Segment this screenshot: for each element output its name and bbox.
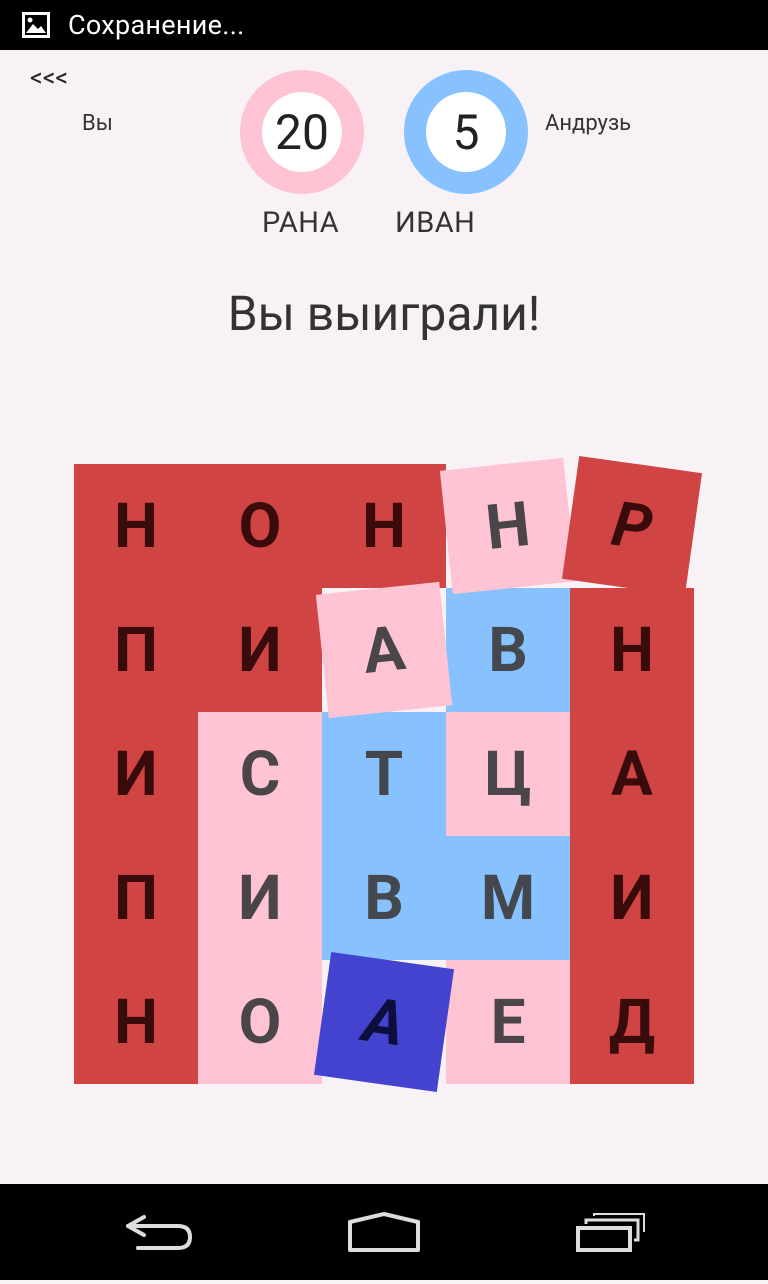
navigation-bar [0, 1184, 768, 1280]
player1-score: 20 [275, 103, 329, 161]
nav-recent-apps-button[interactable] [530, 1184, 690, 1280]
board-tile[interactable]: Д [570, 960, 694, 1084]
back-button[interactable]: <<< [30, 64, 68, 93]
nav-home-button[interactable] [304, 1184, 464, 1280]
board-tile[interactable]: Т [322, 712, 446, 836]
nav-back-button[interactable] [80, 1184, 240, 1280]
board-tile[interactable]: Н [439, 457, 577, 595]
board-tile[interactable]: В [446, 588, 570, 712]
board-tile[interactable]: В [322, 836, 446, 960]
board-tile[interactable]: И [570, 836, 694, 960]
player2-score: 5 [452, 103, 480, 161]
player1-score-ring: 20 [240, 70, 364, 194]
board-tile[interactable]: Н [570, 588, 694, 712]
board-tile[interactable]: А [570, 712, 694, 836]
board-tile[interactable]: О [198, 960, 322, 1084]
opponent-label: Андрузь [545, 111, 632, 136]
you-label: Вы [82, 111, 113, 136]
back-icon [126, 1215, 193, 1250]
board-tile[interactable]: О [198, 464, 322, 588]
status-bar: Сохранение... [0, 0, 768, 50]
player1-name: РАНА [262, 206, 340, 240]
status-text: Сохранение... [68, 9, 245, 41]
result-message: Вы выиграли! [227, 285, 541, 342]
board-tile[interactable]: П [74, 588, 198, 712]
board-tile[interactable]: Ц [446, 712, 570, 836]
board-tile[interactable]: Е [446, 960, 570, 1084]
player2-name: ИВАН [395, 206, 476, 240]
board-tile[interactable]: С [198, 712, 322, 836]
image-icon [22, 12, 50, 38]
recent-apps-icon [576, 1213, 645, 1252]
home-icon [348, 1212, 420, 1252]
board-tile[interactable]: Н [74, 960, 198, 1084]
board-tile[interactable]: И [198, 588, 322, 712]
board-tile[interactable]: Н [74, 464, 198, 588]
board-tile[interactable]: А [315, 581, 453, 719]
board-tile[interactable]: И [74, 712, 198, 836]
board-tile[interactable]: А [313, 951, 455, 1093]
game-board: НОННРПИАВНИСТЦАПИВМИНОАЕД [74, 455, 703, 1093]
player2-score-ring: 5 [404, 70, 528, 194]
board-tile[interactable]: Р [561, 455, 703, 597]
board-tile[interactable]: П [74, 836, 198, 960]
board-tile[interactable]: И [198, 836, 322, 960]
board-tile[interactable]: Н [322, 464, 446, 588]
board-tile[interactable]: М [446, 836, 570, 960]
